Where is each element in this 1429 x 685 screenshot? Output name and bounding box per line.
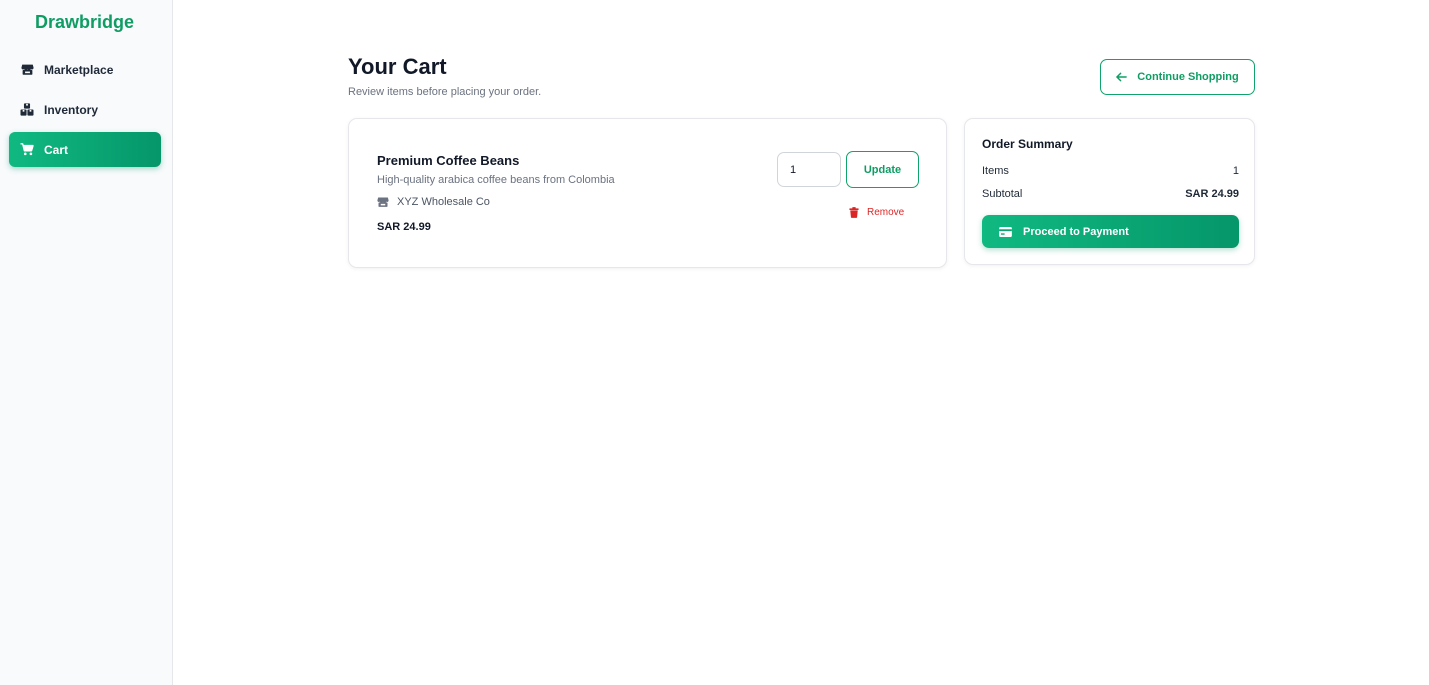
quantity-input[interactable] [777, 152, 841, 187]
summary-items-row: Items 1 [982, 165, 1239, 177]
store-icon [20, 63, 34, 77]
page-title: Your Cart [348, 54, 447, 79]
item-seller-name: XYZ Wholesale Co [397, 196, 490, 208]
summary-subtotal-label: Subtotal [982, 188, 1023, 200]
cart-item-card: Premium Coffee Beans High-quality arabic… [348, 118, 947, 268]
sidebar-item-label: Cart [44, 142, 69, 157]
sidebar-item-label: Inventory [44, 102, 99, 117]
summary-subtotal-value: SAR 24.99 [1185, 188, 1239, 200]
boxes-icon [20, 103, 34, 117]
app-root: Drawbridge Marketplace Inventory Cart Yo… [0, 0, 1429, 685]
summary-subtotal-row: Subtotal SAR 24.99 [982, 188, 1239, 200]
sidebar-item-inventory[interactable]: Inventory [9, 92, 161, 127]
credit-card-icon [999, 226, 1012, 237]
update-button[interactable]: Update [846, 151, 919, 188]
remove-label: Remove [867, 207, 905, 218]
sidebar-item-marketplace[interactable]: Marketplace [9, 52, 161, 87]
remove-button[interactable]: Remove [849, 207, 904, 218]
proceed-to-payment-label: Proceed to Payment [1023, 225, 1129, 238]
continue-shopping-label: Continue Shopping [1137, 71, 1239, 83]
cart-icon [20, 143, 34, 157]
sidebar-item-cart[interactable]: Cart [9, 132, 161, 167]
order-summary-card: Order Summary Items 1 Subtotal SAR 24.99… [964, 118, 1255, 265]
proceed-to-payment-button[interactable]: Proceed to Payment [982, 215, 1239, 248]
sidebar-item-label: Marketplace [44, 62, 114, 77]
trash-icon [849, 207, 859, 218]
summary-title: Order Summary [982, 137, 1073, 151]
sidebar: Drawbridge Marketplace Inventory Cart [0, 0, 173, 685]
item-seller: XYZ Wholesale Co [377, 196, 490, 208]
item-description: High-quality arabica coffee beans from C… [377, 174, 615, 186]
store-icon [377, 196, 389, 208]
arrow-left-icon [1116, 72, 1128, 82]
continue-shopping-button[interactable]: Continue Shopping [1100, 59, 1255, 95]
summary-items-label: Items [982, 165, 1009, 177]
item-name: Premium Coffee Beans [377, 153, 520, 168]
brand-logo[interactable]: Drawbridge [0, 12, 169, 33]
summary-items-value: 1 [1232, 165, 1239, 177]
item-price: SAR 24.99 [377, 221, 431, 233]
page-subtitle: Review items before placing your order. [348, 86, 542, 98]
